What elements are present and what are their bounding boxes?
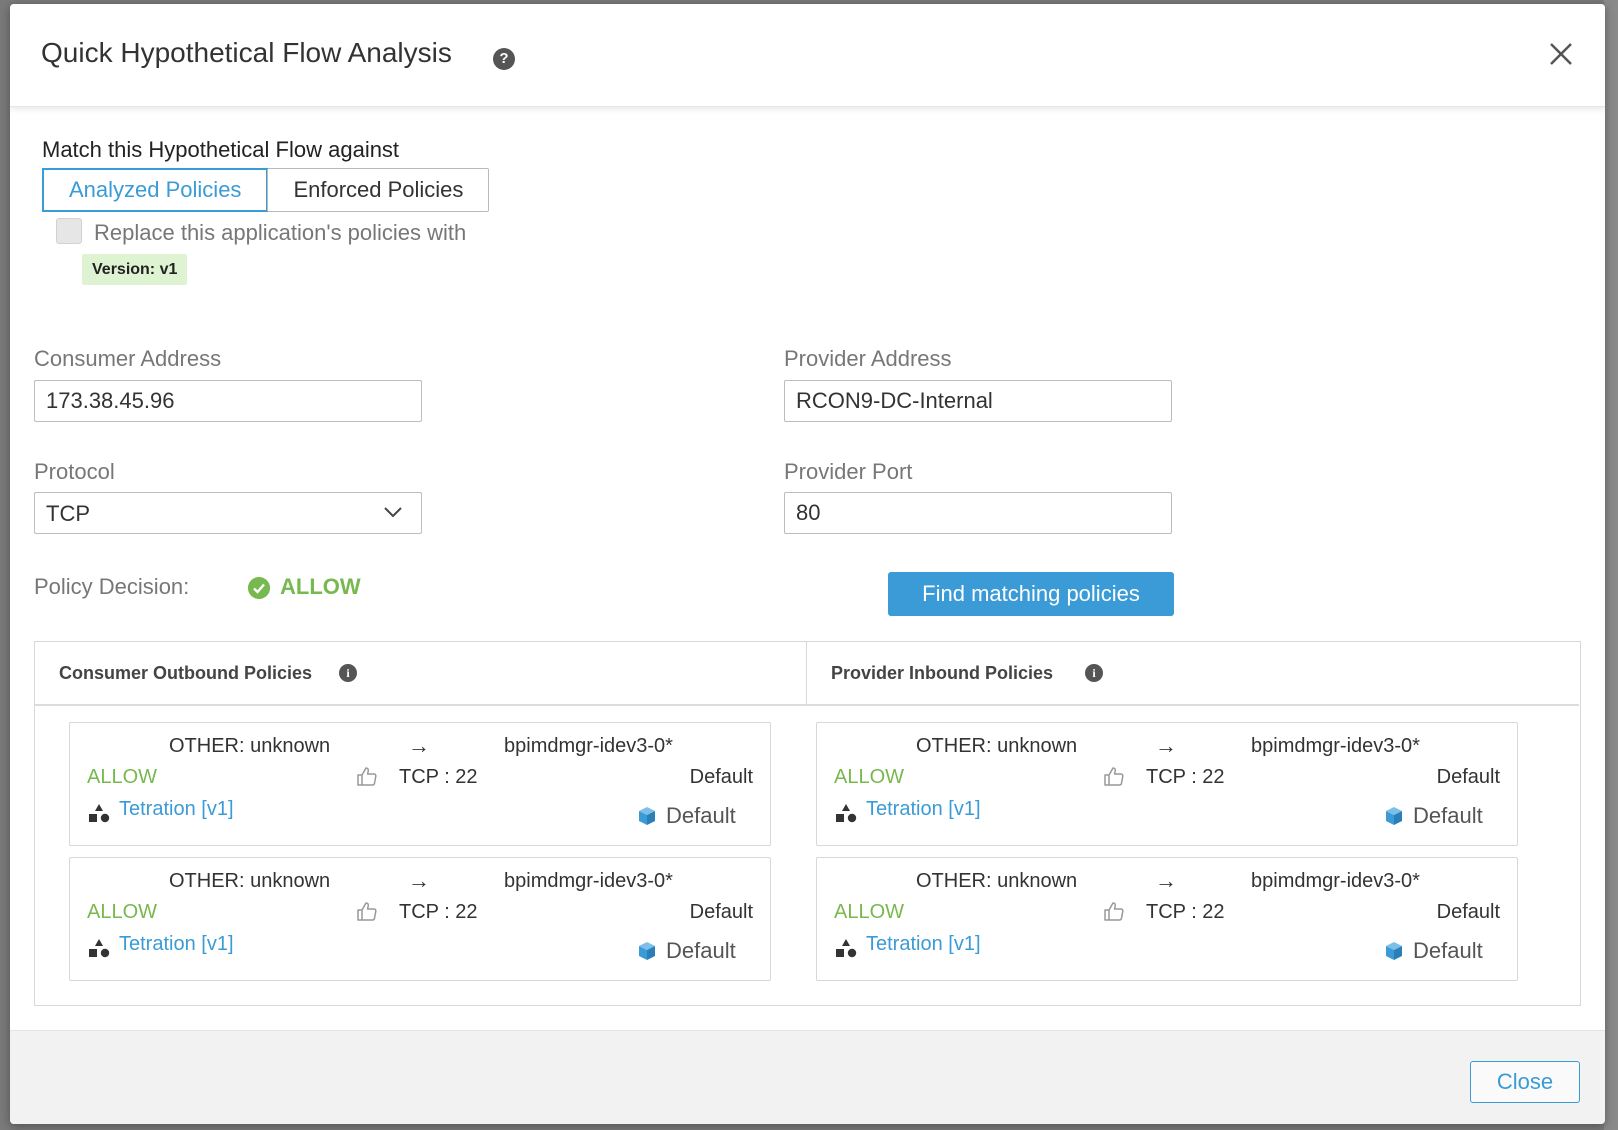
consumer-outbound-title: Consumer Outbound Policies: [59, 663, 313, 683]
chevron-down-icon: [384, 507, 402, 518]
cube-icon: [1386, 807, 1402, 825]
consumer-address-input[interactable]: [34, 380, 422, 422]
protocol-label: Protocol: [34, 459, 115, 484]
workspace-link[interactable]: Tetration [v1]: [866, 798, 981, 821]
policy-protocol-port: TCP : 22: [399, 901, 478, 923]
policy-scope: Default: [1436, 901, 1500, 923]
workspace-link[interactable]: Tetration [v1]: [119, 933, 234, 956]
policy-source: OTHER: unknown: [916, 735, 1078, 757]
workspace-icon: [836, 939, 857, 958]
consumer-policy-card[interactable]: OTHER: unknown → bpimdmgr-idev3-0* ALLOW…: [69, 722, 771, 846]
close-x-icon[interactable]: [1544, 37, 1578, 71]
cube-icon: [639, 942, 655, 960]
policy-action: ALLOW: [87, 901, 158, 923]
provider-port-label: Provider Port: [784, 459, 913, 484]
workspace-icon: [836, 804, 857, 823]
arrow-right-icon: →: [1155, 868, 1177, 893]
policy-action: ALLOW: [87, 766, 158, 788]
policy-decision-label: Policy Decision:: [34, 574, 190, 599]
policy-protocol-port: TCP : 22: [1146, 766, 1225, 788]
cube-default-label: Default: [666, 803, 736, 828]
info-icon[interactable]: i: [1085, 664, 1103, 682]
arrow-right-icon: →: [408, 733, 430, 758]
cube-default-label: Default: [1413, 938, 1483, 963]
policy-scope: Default: [1436, 766, 1500, 788]
protocol-selected-value: TCP: [46, 501, 90, 526]
cube-icon: [639, 807, 655, 825]
policy-scope: Default: [689, 766, 753, 788]
dialog-footer: Close: [10, 1030, 1605, 1124]
policy-type-toggle: Analyzed Policies Enforced Policies: [42, 168, 490, 212]
match-against-label: Match this Hypothetical Flow against: [42, 137, 400, 162]
policy-destination: bpimdmgr-idev3-0*: [1251, 735, 1420, 757]
workspace-icon: [89, 939, 110, 958]
dialog-header: Quick Hypothetical Flow Analysis ?: [10, 4, 1605, 107]
replace-policies-checkbox[interactable]: [56, 218, 82, 244]
arrow-right-icon: →: [1155, 733, 1177, 758]
find-matching-policies-button[interactable]: Find matching policies: [888, 572, 1174, 616]
cube-default-label: Default: [666, 938, 736, 963]
policy-action: ALLOW: [834, 766, 905, 788]
policy-protocol-port: TCP : 22: [1146, 901, 1225, 923]
policy-source: OTHER: unknown: [916, 870, 1078, 892]
provider-policy-card[interactable]: OTHER: unknown → bpimdmgr-idev3-0* ALLOW…: [816, 857, 1518, 981]
policy-destination: bpimdmgr-idev3-0*: [1251, 870, 1420, 892]
question-circle-icon[interactable]: ?: [493, 48, 515, 70]
consumer-address-label: Consumer Address: [34, 346, 222, 371]
workspace-link[interactable]: Tetration [v1]: [866, 933, 981, 956]
workspace-link[interactable]: Tetration [v1]: [119, 798, 234, 821]
policy-scope: Default: [689, 901, 753, 923]
consumer-outbound-header: Consumer Outbound Policies i: [35, 642, 807, 706]
version-badge: Version: v1: [82, 254, 188, 285]
policy-decision-value: ALLOW: [280, 574, 361, 599]
info-icon[interactable]: i: [339, 664, 357, 682]
replace-policies-label: Replace this application's policies with: [94, 220, 467, 245]
policy-protocol-port: TCP : 22: [399, 766, 478, 788]
policy-destination: bpimdmgr-idev3-0*: [504, 870, 673, 892]
close-button[interactable]: Close: [1470, 1061, 1580, 1103]
provider-policy-card[interactable]: OTHER: unknown → bpimdmgr-idev3-0* ALLOW…: [816, 722, 1518, 846]
analyzed-policies-tab[interactable]: Analyzed Policies: [42, 168, 269, 212]
thumbs-up-icon: [357, 902, 377, 921]
protocol-select[interactable]: TCP: [34, 492, 422, 534]
provider-address-input[interactable]: [784, 380, 1172, 422]
dialog-title: Quick Hypothetical Flow Analysis: [41, 37, 452, 68]
cube-default-label: Default: [1413, 803, 1483, 828]
policy-source: OTHER: unknown: [169, 735, 331, 757]
arrow-right-icon: →: [408, 868, 430, 893]
provider-inbound-header: Provider Inbound Policies i: [807, 642, 1579, 706]
thumbs-up-icon: [357, 767, 377, 786]
check-circle-icon: [248, 577, 270, 599]
provider-address-label: Provider Address: [784, 346, 952, 371]
policy-destination: bpimdmgr-idev3-0*: [504, 735, 673, 757]
provider-port-input[interactable]: [784, 492, 1172, 534]
thumbs-up-icon: [1104, 902, 1124, 921]
background-edge: [1604, 0, 1618, 1130]
enforced-policies-tab[interactable]: Enforced Policies: [267, 169, 488, 211]
policy-source: OTHER: unknown: [169, 870, 331, 892]
policy-action: ALLOW: [834, 901, 905, 923]
consumer-policy-card[interactable]: OTHER: unknown → bpimdmgr-idev3-0* ALLOW…: [69, 857, 771, 981]
thumbs-up-icon: [1104, 767, 1124, 786]
flow-analysis-dialog: Quick Hypothetical Flow Analysis ? Match…: [10, 4, 1605, 1124]
provider-inbound-title: Provider Inbound Policies: [831, 663, 1054, 683]
workspace-icon: [89, 804, 110, 823]
cube-icon: [1386, 942, 1402, 960]
